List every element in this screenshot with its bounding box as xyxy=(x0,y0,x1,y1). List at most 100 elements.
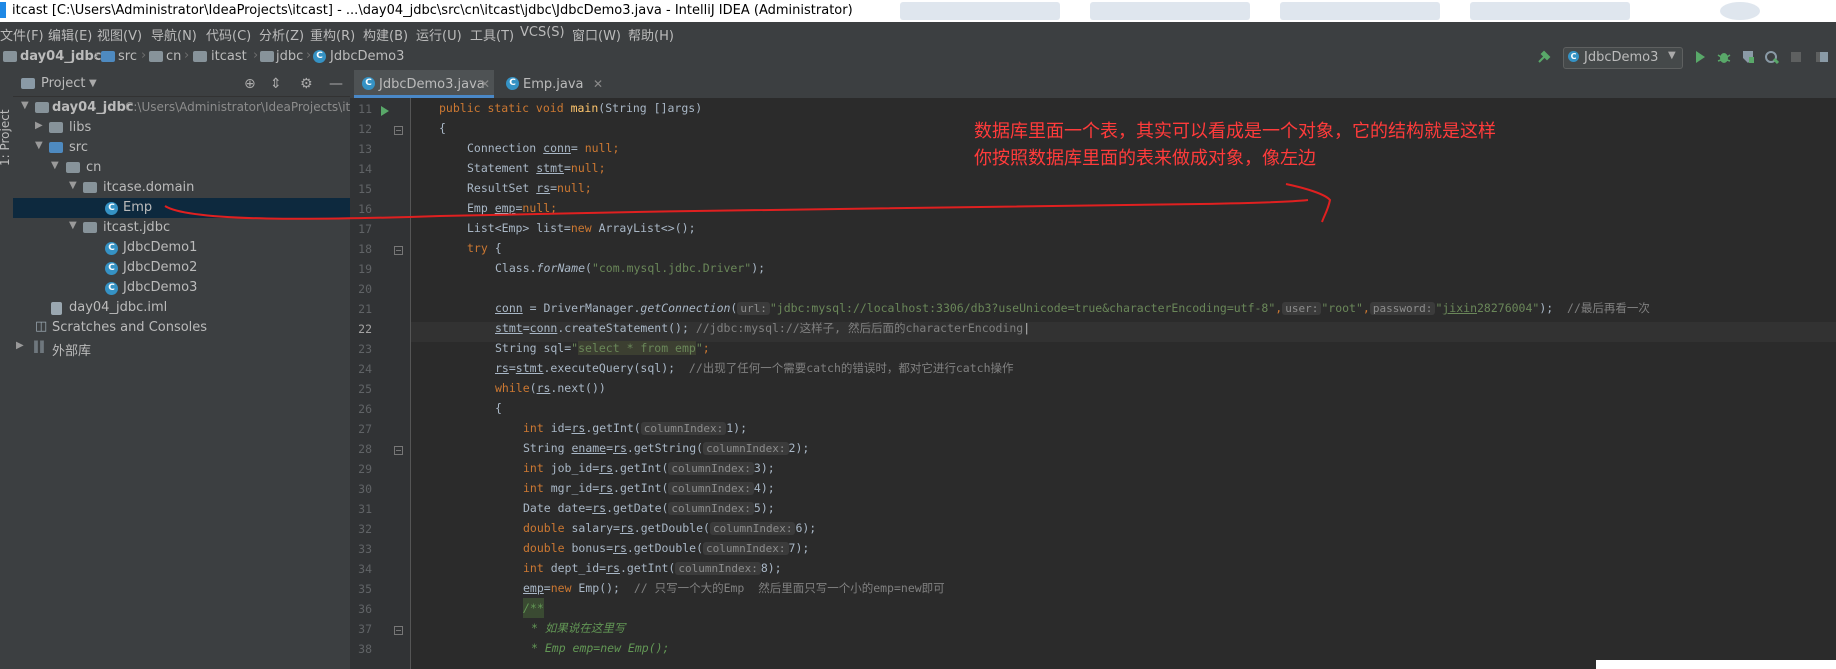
parameter-hint: password: xyxy=(1369,302,1436,315)
line-number: 32 xyxy=(358,522,372,536)
code-token: rs xyxy=(536,181,551,195)
coverage-icon[interactable] xyxy=(1740,49,1756,65)
menu-run[interactable]: 运行(U) xyxy=(416,25,462,44)
menu-refactor[interactable]: 重构(R) xyxy=(310,25,355,44)
chevron-right-icon[interactable]: ▶ xyxy=(35,120,43,131)
menu-window[interactable]: 窗口(W) xyxy=(572,25,621,44)
code-token: 8); xyxy=(760,561,782,575)
code-token: String xyxy=(523,441,572,455)
breadcrumb-src[interactable]: src xyxy=(118,49,137,64)
tree-item-scratches[interactable]: ◫ Scratches and Consoles xyxy=(13,318,350,338)
code-token: rs xyxy=(536,381,551,395)
menu-view[interactable]: 视图(V) xyxy=(97,25,142,44)
code-token: 6); xyxy=(795,521,817,535)
stop-icon[interactable] xyxy=(1788,49,1804,65)
tree-item-jdbcdemo1[interactable]: C JdbcDemo1 xyxy=(13,238,350,258)
tab-emp[interactable]: C Emp.java ✕ xyxy=(498,70,608,98)
line-number-current: 22 xyxy=(358,322,372,336)
menu-help[interactable]: 帮助(H) xyxy=(628,25,674,44)
chevron-down-icon[interactable]: ▼ xyxy=(69,180,77,191)
chevron-right-icon[interactable]: ▶ xyxy=(16,340,24,351)
tree-item-emp[interactable]: C Emp xyxy=(13,198,350,218)
code-token: .getInt( xyxy=(619,561,676,575)
tab-label: JdbcDemo3.java xyxy=(379,77,485,92)
chevron-down-icon[interactable]: ▼ xyxy=(69,220,77,231)
locate-target-icon[interactable]: ⊕ xyxy=(244,76,256,92)
hide-panel-icon[interactable]: — xyxy=(329,76,343,92)
project-tool-window-button[interactable]: 1: Project xyxy=(0,109,12,166)
menu-build[interactable]: 构建(B) xyxy=(363,25,408,44)
code-line: { xyxy=(495,401,502,415)
breadcrumb-module[interactable]: day04_jdbc xyxy=(20,49,102,64)
collapse-all-icon[interactable]: ⇕ xyxy=(270,76,282,92)
package-icon xyxy=(149,51,163,62)
code-token: " xyxy=(695,341,703,355)
build-hammer-icon[interactable] xyxy=(1536,49,1552,65)
project-structure-icon[interactable] xyxy=(1814,49,1830,65)
line-number: 27 xyxy=(358,422,372,436)
fold-marker-icon[interactable] xyxy=(394,126,403,135)
chevron-down-icon[interactable]: ▼ xyxy=(35,140,43,151)
menu-vcs[interactable]: VCS(S) xyxy=(520,25,565,40)
window-control[interactable] xyxy=(1720,2,1760,20)
menu-navigate[interactable]: 导航(N) xyxy=(151,25,197,44)
code-token: new xyxy=(550,581,579,595)
breadcrumb-itcast[interactable]: itcast xyxy=(211,49,247,64)
tree-item-label: cn xyxy=(86,160,102,175)
file-icon xyxy=(51,302,62,315)
menu-file[interactable]: 文件(F) xyxy=(0,25,44,44)
code-token: int xyxy=(523,421,551,435)
close-icon[interactable]: ✕ xyxy=(593,77,603,91)
run-icon[interactable] xyxy=(1692,49,1708,65)
chevron-down-icon[interactable]: ▼ xyxy=(21,100,29,111)
tree-item-libs[interactable]: ▶ libs xyxy=(13,118,350,138)
menu-code[interactable]: 代码(C) xyxy=(206,25,251,44)
menu-analyze[interactable]: 分析(Z) xyxy=(259,25,304,44)
background-window-tab xyxy=(1090,2,1250,20)
tree-item-cn[interactable]: ▼ cn xyxy=(13,158,350,178)
code-token: List<Emp> list= xyxy=(467,221,571,235)
code-token: int xyxy=(523,561,551,575)
parameter-hint: columnIndex: xyxy=(640,422,727,435)
menu-tools[interactable]: 工具(T) xyxy=(470,25,514,44)
tree-item-itcast-jdbc[interactable]: ▼ itcast.jdbc xyxy=(13,218,350,238)
run-gutter-icon[interactable] xyxy=(380,106,390,116)
profile-icon[interactable] xyxy=(1764,49,1780,65)
breadcrumb-jdbc[interactable]: jdbc xyxy=(276,49,303,64)
fold-marker-icon[interactable] xyxy=(394,246,403,255)
tree-item-label: src xyxy=(69,140,88,155)
project-panel-title[interactable]: Project xyxy=(41,76,85,91)
fold-marker-icon[interactable] xyxy=(394,446,403,455)
tree-item-jdbcdemo2[interactable]: C JdbcDemo2 xyxy=(13,258,350,278)
gear-icon[interactable]: ⚙ xyxy=(300,76,313,92)
code-token: stmt xyxy=(536,161,564,175)
line-number: 25 xyxy=(358,382,372,396)
breadcrumb-cn[interactable]: cn xyxy=(166,49,181,64)
tab-jdbcdemo3[interactable]: C JdbcDemo3.java ✕ xyxy=(354,70,494,98)
close-icon[interactable]: ✕ xyxy=(480,77,490,91)
code-editor[interactable]: public static void main(String []args) {… xyxy=(411,98,1836,669)
dropdown-arrow-icon[interactable]: ▼ xyxy=(89,78,97,89)
fold-marker-icon[interactable] xyxy=(394,626,403,635)
overlay-corner xyxy=(1596,660,1836,669)
chevron-down-icon[interactable]: ▼ xyxy=(51,160,59,171)
code-token: 4); xyxy=(753,481,775,495)
project-panel: Project ▼ ⊕ ⇕ ⚙ — ▼ day04_jdbc C:\Users\… xyxy=(13,70,357,669)
line-number: 12 xyxy=(358,122,372,136)
tree-item-itcase-domain[interactable]: ▼ itcase.domain xyxy=(13,178,350,198)
tree-item-src[interactable]: ▼ src xyxy=(13,138,350,158)
tree-item-module[interactable]: ▼ day04_jdbc C:\Users\Administrator\Idea… xyxy=(13,98,357,118)
debug-icon[interactable] xyxy=(1716,49,1732,65)
code-token: .executeQuery(sql); xyxy=(543,361,689,375)
breadcrumb-class[interactable]: JdbcDemo3 xyxy=(330,49,404,64)
code-token: = xyxy=(508,361,516,375)
code-token: 28276004" xyxy=(1477,301,1540,315)
code-token: new xyxy=(570,221,599,235)
tree-item-jdbcdemo3[interactable]: C JdbcDemo3 xyxy=(13,278,350,298)
code-line: Class.forName("com.mysql.jdbc.Driver"); xyxy=(495,258,765,278)
code-token: ); xyxy=(1539,301,1568,315)
run-configuration-select[interactable]: C JdbcDemo3 ▼ xyxy=(1563,47,1683,69)
tree-item-iml[interactable]: day04_jdbc.iml xyxy=(13,298,350,318)
tree-item-external-libraries[interactable]: ▶ ‖‖ 外部库 xyxy=(13,338,350,359)
menu-edit[interactable]: 编辑(E) xyxy=(48,25,92,44)
